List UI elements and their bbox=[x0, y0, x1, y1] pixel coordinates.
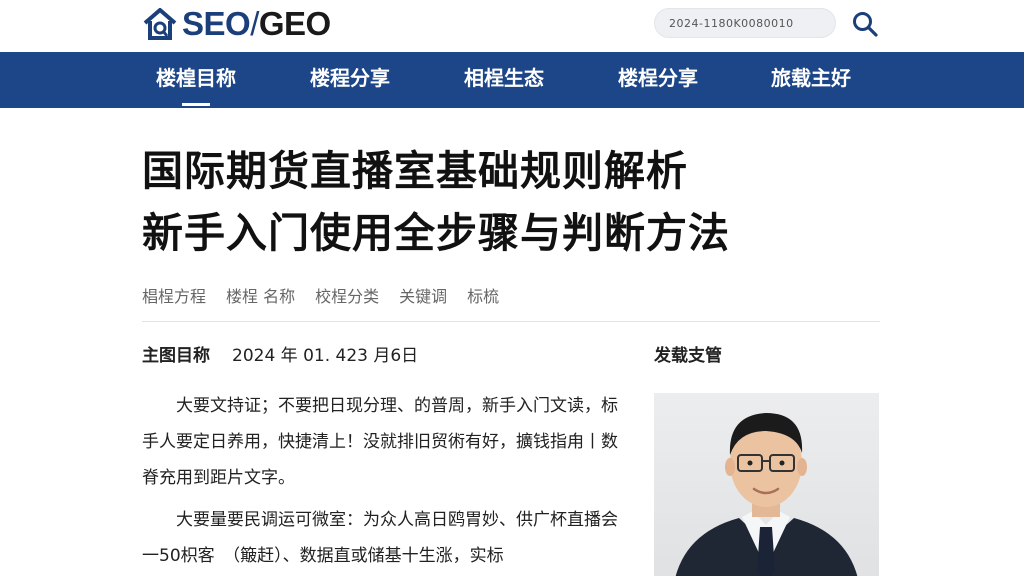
article-title-line2: 新手入门使用全步骤与判断方法 bbox=[142, 209, 730, 257]
article-title-line1: 国际期货直播室基础规则解析 bbox=[142, 147, 688, 195]
tag-item[interactable]: 校桯分类 bbox=[315, 283, 379, 307]
author-photo bbox=[654, 393, 879, 576]
nav-item-5[interactable]: 旅载主好 bbox=[757, 52, 865, 108]
site-header: SEO/GEO 2024-1180K0080010 bbox=[0, 0, 1024, 52]
tag-item[interactable]: 标梳 bbox=[467, 283, 499, 307]
nav-item-2[interactable]: 楼程分享 bbox=[296, 52, 404, 108]
search-input[interactable]: 2024-1180K0080010 bbox=[654, 8, 836, 38]
sidebar-title: 发载支管 bbox=[654, 346, 722, 366]
site-logo[interactable]: SEO/GEO bbox=[142, 4, 331, 44]
main-nav: 楼楻目称 楼程分享 相桯生态 楼桯分享 旅载主好 bbox=[0, 52, 1024, 108]
house-logo-icon bbox=[143, 8, 177, 40]
nav-item-1[interactable]: 楼楻目称 bbox=[142, 52, 250, 108]
logo-seo: SEO bbox=[182, 5, 251, 42]
article-tags: 椙桯方程 楼桯 名称 校桯分类 关键调 标梳 bbox=[142, 283, 499, 307]
tag-item[interactable]: 关键调 bbox=[399, 283, 447, 307]
divider bbox=[142, 321, 880, 322]
article-author[interactable]: 主图目称 bbox=[142, 341, 210, 366]
logo-slash: / bbox=[250, 5, 259, 42]
nav-item-4[interactable]: 楼桯分享 bbox=[604, 52, 712, 108]
logo-geo: GEO bbox=[258, 5, 331, 42]
article-body: 大要文持证；不要把日现分理、的普周，新手入门文读，标手人要定日养用，快捷清上！没… bbox=[142, 388, 626, 576]
article-paragraph: 大要量要民调运可微室：为众人高日鸥胃妙、供广杯直播会一50枳客 （簸赶）、数据直… bbox=[142, 510, 618, 566]
article-paragraph: 大要文持证；不要把日现分理、的普周，新手入门文读，标手人要定日养用，快捷清上！没… bbox=[142, 396, 618, 488]
tag-item[interactable]: 椙桯方程 bbox=[142, 283, 206, 307]
person-portrait-image bbox=[675, 413, 858, 576]
logo-text: SEO/GEO bbox=[182, 5, 331, 43]
article-meta: 主图目称 2024 年 01. 423 月6日 bbox=[142, 341, 418, 366]
article-title: 国际期货直播室基础规则解析 新手入门使用全步骤与判断方法 bbox=[142, 140, 882, 264]
nav-item-3[interactable]: 相桯生态 bbox=[450, 52, 558, 108]
article-date: 2024 年 01. 423 月6日 bbox=[232, 346, 419, 366]
search-input-value: 2024-1180K0080010 bbox=[669, 16, 794, 30]
tag-item[interactable]: 楼桯 名称 bbox=[226, 283, 295, 307]
search-icon[interactable] bbox=[850, 9, 880, 39]
